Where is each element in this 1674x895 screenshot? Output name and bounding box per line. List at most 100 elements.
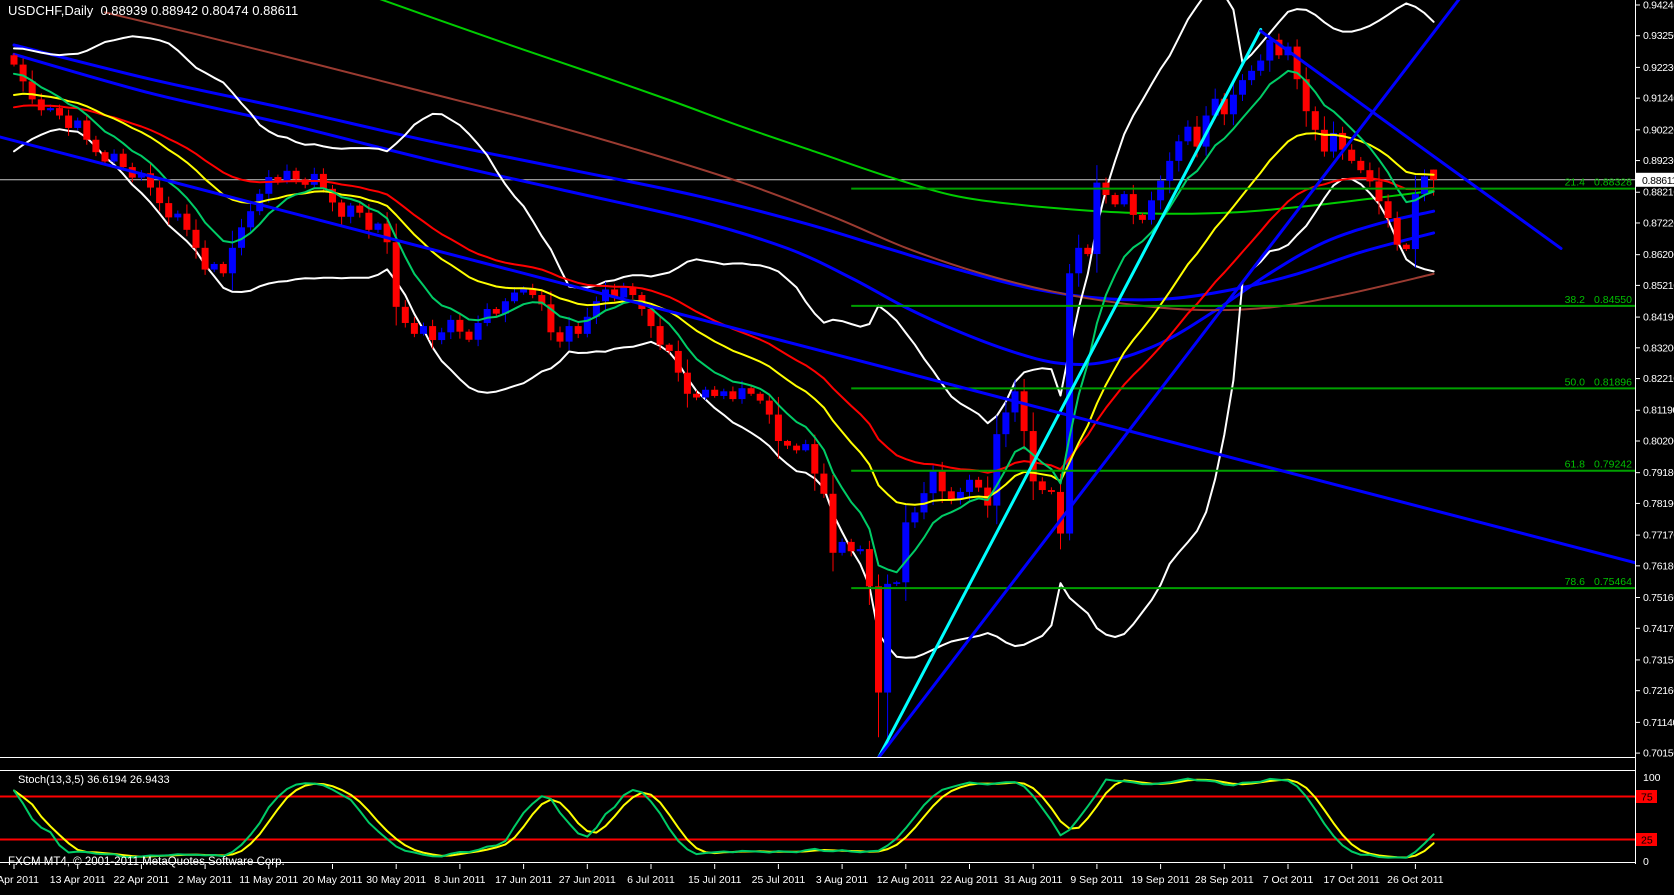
bull-candle	[966, 479, 973, 492]
bull-candle	[738, 388, 746, 400]
bull-candle	[247, 211, 255, 228]
price-axis-tick-label: 0.91240	[1643, 93, 1674, 105]
bear-candle	[1084, 247, 1092, 255]
bear-candle	[401, 306, 409, 323]
bear-candle	[574, 326, 582, 334]
bear-candle	[793, 445, 801, 451]
time-axis-tick-label: 19 Sep 2011	[1131, 874, 1190, 886]
time-axis-tick-label: 17 Oct 2011	[1323, 874, 1380, 886]
bear-candle	[1129, 194, 1137, 215]
bear-candle	[674, 350, 682, 373]
bear-candle	[1393, 218, 1401, 245]
chart-title-ohlc: USDCHF,Daily 0.88939 0.88942 0.80474 0.8…	[8, 3, 299, 18]
stoch-level-value: 75	[1641, 792, 1653, 804]
fib-level-label: 21.4	[1565, 177, 1586, 189]
fib-level-label: 61.8	[1565, 459, 1586, 471]
bear-candle	[847, 541, 855, 552]
mt4-chart-window: 21.4 0.88328 38.2 0.84550 50.0 0.81896 61.8 0.7…	[0, 0, 1674, 895]
price-axis-tick-label: 0.89230	[1643, 155, 1674, 167]
bull-candle	[929, 471, 937, 494]
price-axis-tick-label: 0.78190	[1643, 498, 1674, 510]
bull-candle	[902, 522, 910, 583]
current-price-value: 0.88611	[1642, 175, 1674, 187]
bear-candle	[656, 326, 664, 345]
price-axis-tick-label: 0.85210	[1643, 280, 1674, 292]
bull-candle	[310, 173, 318, 185]
bear-candle	[1111, 195, 1119, 205]
time-axis-tick-label: 12 Aug 2011	[877, 874, 935, 886]
bear-candle	[10, 55, 18, 65]
bear-candle	[875, 586, 882, 693]
time-axis-tick-label: 11 May 2011	[239, 874, 298, 886]
time-axis-tick-label: 17 Jun 2011	[495, 874, 552, 886]
time-axis-tick-label: 26 Oct 2011	[1387, 874, 1444, 886]
chart-canvas[interactable]: 21.4 0.88328 38.2 0.84550 50.0 0.81896 61.8 0.7…	[0, 0, 1674, 895]
bear-candle	[1357, 160, 1365, 171]
price-axis-tick-label: 0.70150	[1643, 748, 1674, 760]
bear-candle	[756, 393, 764, 401]
bear-candle	[28, 81, 36, 100]
bear-candle	[1138, 214, 1146, 220]
bull-candle	[347, 205, 355, 217]
fib-level-value: 0.75464	[1594, 576, 1632, 588]
bear-candle	[19, 64, 27, 82]
price-axis-tick-label: 0.82210	[1643, 373, 1674, 385]
bear-candle	[1038, 481, 1046, 491]
bear-candle	[65, 115, 73, 128]
bear-candle	[201, 247, 209, 270]
bull-candle	[110, 153, 118, 162]
bear-candle	[83, 120, 91, 140]
bear-candle	[365, 212, 373, 230]
time-axis-tick-label: 22 Aug 2011	[940, 874, 998, 886]
bear-candle	[693, 393, 700, 398]
bull-candle	[1421, 176, 1428, 195]
price-axis-tick-label: 0.71140	[1643, 717, 1674, 729]
time-axis-tick-label: 31 Aug 2011	[1004, 874, 1062, 886]
bull-candle	[511, 292, 518, 302]
bear-candle	[711, 389, 719, 396]
bull-candle	[1002, 412, 1010, 435]
bull-candle	[620, 286, 628, 298]
bull-candle	[1166, 160, 1174, 181]
bear-candle	[1047, 490, 1055, 492]
time-axis-tick-label: 22 Apr 2011	[113, 874, 169, 886]
bear-candle	[811, 444, 819, 474]
bear-candle	[784, 440, 791, 446]
bear-candle	[1366, 170, 1374, 182]
time-axis-tick-label: 6 Jul 2011	[627, 874, 675, 886]
bear-candle	[774, 414, 782, 441]
bear-candle	[820, 473, 828, 494]
bear-candle	[456, 319, 464, 332]
bull-candle	[1075, 247, 1083, 274]
price-axis-tick-label: 0.92230	[1643, 62, 1674, 74]
bull-candle	[420, 326, 427, 334]
stoch-axis-label: 0	[1643, 856, 1649, 868]
price-axis-tick-label: 0.84190	[1643, 312, 1674, 324]
bear-candle	[975, 479, 983, 488]
price-axis-tick-label: 0.79180	[1643, 467, 1674, 479]
fib-level-value: 0.88328	[1594, 177, 1632, 189]
fib-level-label: 38.2	[1565, 294, 1586, 306]
bull-candle	[1257, 60, 1265, 71]
bear-candle	[492, 309, 500, 314]
bull-candle	[565, 326, 573, 342]
bear-candle	[101, 152, 109, 162]
stoch-level-value: 25	[1641, 835, 1653, 847]
price-axis-tick-label: 0.83200	[1643, 342, 1674, 354]
bull-candle	[1066, 273, 1074, 534]
bear-candle	[829, 493, 837, 553]
price-axis-tick-label: 0.86200	[1643, 249, 1674, 261]
bull-candle	[174, 213, 182, 218]
bear-candle	[665, 344, 673, 351]
bull-candle	[374, 223, 382, 230]
bull-candle	[483, 309, 491, 323]
stoch-axis-label: 100	[1643, 772, 1661, 784]
time-axis-tick-label: 28 Sep 2011	[1195, 874, 1254, 886]
price-axis-tick-label: 0.81190	[1643, 405, 1674, 417]
price-axis-tick-label: 0.74170	[1643, 623, 1674, 635]
fib-level-value: 0.81896	[1594, 376, 1632, 388]
bear-candle	[556, 332, 564, 342]
bear-candle	[1348, 149, 1356, 161]
price-axis-tick-label: 0.73150	[1643, 654, 1674, 666]
bull-candle	[720, 391, 728, 396]
